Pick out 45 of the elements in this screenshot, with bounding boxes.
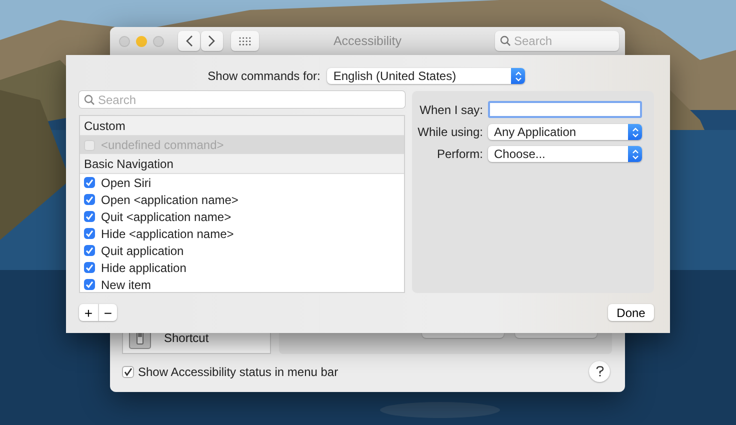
command-row[interactable]: Quit application (80, 242, 404, 259)
command-row[interactable]: Open Siri (80, 174, 404, 191)
checkbox[interactable] (84, 194, 95, 205)
show-all-button[interactable] (231, 31, 259, 51)
checkbox[interactable] (84, 211, 95, 222)
phrase-field[interactable] (488, 101, 642, 118)
command-row[interactable]: New item (80, 276, 404, 292)
checkbox[interactable] (84, 279, 95, 290)
command-row[interactable]: Hide application (80, 259, 404, 276)
popup-menu[interactable]: Choose... (488, 146, 642, 162)
language-popup[interactable]: English (United States) (327, 68, 526, 84)
chevron-right-icon (208, 35, 216, 47)
up-down-icon (632, 148, 638, 160)
done-button[interactable]: Done (608, 304, 654, 321)
checkbox[interactable] (84, 245, 95, 256)
popup-menu[interactable]: Any Application (488, 124, 642, 140)
chevron-left-icon (185, 35, 193, 47)
search-icon (84, 94, 95, 105)
up-down-icon (514, 70, 522, 82)
search-icon (500, 36, 511, 46)
search-field[interactable]: Search (495, 31, 619, 51)
checkbox-label: Show Accessibility status in menu bar (138, 364, 338, 378)
command-row[interactable]: Quit <application name> (80, 208, 404, 225)
help-button[interactable] (589, 361, 610, 382)
command-row[interactable]: Open <application name> (80, 191, 404, 208)
language-label: Show commands for: (208, 69, 320, 83)
add-button[interactable]: + (79, 304, 98, 321)
checkbox[interactable] (84, 177, 95, 188)
field-label: While using: (416, 125, 483, 139)
question-icon (596, 366, 604, 377)
field-label: Perform: (436, 147, 483, 161)
checkbox[interactable] (122, 366, 134, 378)
up-down-icon (632, 126, 638, 138)
forward-button[interactable] (201, 31, 223, 51)
field-label: When I say: (418, 102, 483, 116)
remove-button[interactable]: − (98, 304, 117, 321)
checkbox[interactable] (84, 228, 95, 239)
back-button[interactable] (178, 31, 200, 51)
checkbox[interactable] (84, 262, 95, 273)
grid-icon (239, 36, 251, 46)
command-row[interactable]: Hide <application name> (80, 225, 404, 242)
group-header: Basic Navigation (80, 154, 404, 174)
group-header: Custom (80, 116, 404, 136)
window-title: Accessibility (333, 34, 402, 48)
search-field[interactable]: Search (79, 91, 405, 108)
